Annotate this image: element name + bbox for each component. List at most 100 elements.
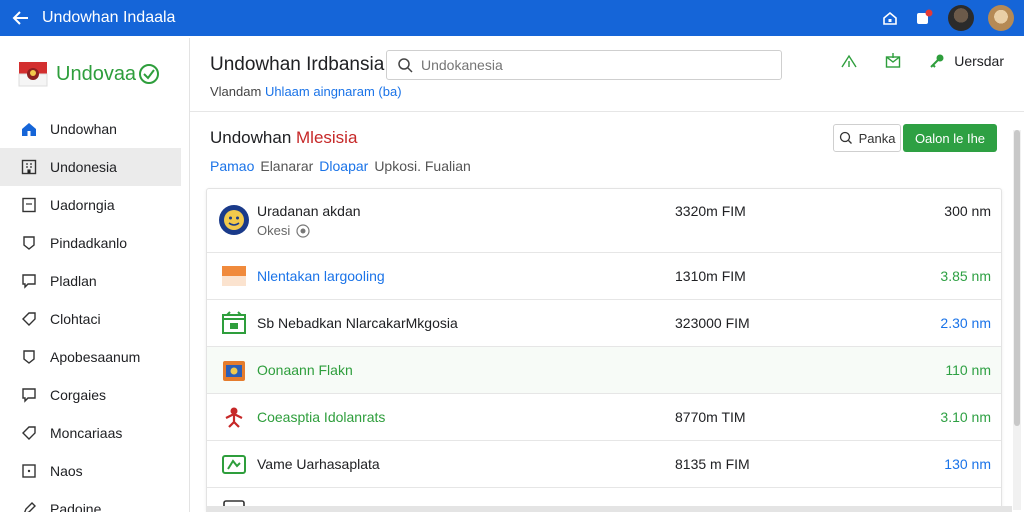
subtitle-badge[interactable]: (ba) bbox=[378, 84, 401, 99]
main-header: Undowhan Irdbansia Vlandam Uhlaam aingna… bbox=[190, 38, 1024, 112]
sidebar-item-label: Clohtaci bbox=[50, 311, 101, 327]
subtitle-link[interactable]: Uhlaam aingnaram bbox=[265, 84, 375, 99]
item-time: 8135 m FIM bbox=[675, 456, 750, 472]
document-icon bbox=[22, 197, 36, 213]
shop-icon bbox=[217, 306, 251, 340]
home-icon[interactable] bbox=[880, 8, 900, 28]
item-time: 1310m FIM bbox=[675, 268, 746, 284]
sidebar-item-undonesia[interactable]: Undonesia bbox=[0, 148, 181, 186]
scrollbar-thumb[interactable] bbox=[1014, 130, 1020, 426]
item-amount: 2.30 nm bbox=[940, 315, 991, 331]
list-item[interactable]: Sb Nebadkan NlarcakarMkgosia 323000 FIM … bbox=[207, 300, 1001, 347]
item-name: Coeasptia Idolanrats bbox=[257, 409, 386, 425]
sidebar-item-label: Corgaies bbox=[50, 387, 107, 403]
top-bar-actions bbox=[880, 0, 1014, 36]
primary-action-button[interactable]: Oalon le Ihe bbox=[903, 124, 997, 152]
sidebar-item-label: Pladlan bbox=[50, 273, 97, 289]
item-amount: 300 nm bbox=[944, 203, 991, 219]
list-item[interactable]: Uradanan akdan Okesi 3320m FIM 300 nm bbox=[207, 189, 1001, 253]
sidebar-item-label: Naos bbox=[50, 463, 83, 479]
horizontal-scrollbar[interactable] bbox=[206, 506, 1012, 512]
avatar[interactable] bbox=[948, 5, 974, 31]
home-icon bbox=[22, 123, 36, 136]
figure-icon bbox=[217, 400, 251, 434]
tag-icon bbox=[22, 426, 36, 440]
sidebar-item-moncariaas[interactable]: Moncariaas bbox=[0, 414, 189, 452]
building-icon bbox=[21, 159, 37, 175]
header-actions: Uersdar bbox=[840, 52, 1004, 70]
sidebar-item-label: Undonesia bbox=[50, 159, 117, 175]
sidebar-item-clohtaci[interactable]: Clohtaci bbox=[0, 300, 189, 338]
avatar[interactable] bbox=[988, 5, 1014, 31]
sidebar-item-padoine[interactable]: Padoine bbox=[0, 490, 189, 512]
sidebar-item-label: Uadorngia bbox=[50, 197, 115, 213]
tag-icon bbox=[22, 312, 36, 326]
item-amount: 3.10 nm bbox=[940, 409, 991, 425]
list-item[interactable]: Coeasptia Idolanrats 8770m TIM 3.10 nm bbox=[207, 394, 1001, 441]
sidebar-item-pindadkanlo[interactable]: Pindadkanlo bbox=[0, 224, 189, 262]
chat-icon bbox=[22, 388, 36, 403]
search-button[interactable]: Panka bbox=[833, 124, 901, 152]
tent-icon[interactable] bbox=[840, 52, 858, 70]
search-icon bbox=[398, 58, 413, 73]
filter-text[interactable]: Elanarar bbox=[260, 158, 313, 174]
page-title: Undowhan Irdbansia bbox=[210, 54, 385, 75]
flag-icon bbox=[217, 259, 251, 293]
item-name: Uradanan akdan bbox=[257, 203, 361, 219]
item-time: 8770m TIM bbox=[675, 409, 746, 425]
sidebar-item-naos[interactable]: Naos bbox=[0, 452, 189, 490]
item-name: Vame Uarhasaplata bbox=[257, 456, 380, 472]
item-time: 3320m FIM bbox=[675, 203, 746, 219]
sidebar: Undovaa Undowhan Undonesia Uadorngia Pin… bbox=[0, 38, 190, 512]
item-amount: 3.85 nm bbox=[940, 268, 991, 284]
key-icon bbox=[930, 54, 944, 68]
chat-icon bbox=[22, 274, 36, 289]
item-subtitle: Okesi bbox=[257, 223, 310, 238]
vertical-scrollbar[interactable] bbox=[1013, 130, 1021, 510]
sidebar-item-apobesaanum[interactable]: Apobesaanum bbox=[0, 338, 189, 376]
back-arrow-icon[interactable] bbox=[0, 0, 42, 36]
section-title-text: Undowhan bbox=[210, 128, 292, 147]
brand[interactable]: Undovaa bbox=[0, 38, 189, 110]
sidebar-item-corgaies[interactable]: Corgaies bbox=[0, 376, 189, 414]
sidebar-item-pladlan[interactable]: Pladlan bbox=[0, 262, 189, 300]
content-area: Undowhan Mlesisia Pamao Elanarar Dloapar… bbox=[190, 112, 1024, 512]
version-label: Uersdar bbox=[954, 53, 1004, 69]
emblem-icon bbox=[217, 203, 251, 237]
filter-text[interactable]: Upkosi. Fualian bbox=[374, 158, 471, 174]
list-item[interactable]: Vame Uarhasaplata 8135 m FIM 130 nm bbox=[207, 441, 1001, 488]
shield-icon bbox=[23, 236, 35, 250]
brand-logo-icon bbox=[18, 62, 48, 87]
sidebar-item-label: Apobesaanum bbox=[50, 349, 141, 365]
list-item[interactable]: Oonaann Flakn 110 nm bbox=[207, 347, 1001, 394]
search-icon bbox=[839, 131, 852, 144]
search-button-label: Panka bbox=[858, 130, 896, 146]
info-icon[interactable] bbox=[296, 223, 310, 238]
sidebar-item-label: Undowhan bbox=[50, 121, 117, 137]
pen-icon bbox=[24, 502, 36, 512]
version-button[interactable]: Uersdar bbox=[928, 52, 1004, 70]
filter-link[interactable]: Pamao bbox=[210, 158, 254, 174]
item-amount: 130 nm bbox=[944, 456, 991, 472]
sidebar-item-uadorngia[interactable]: Uadorngia bbox=[0, 186, 189, 224]
item-time: 323000 FIM bbox=[675, 315, 750, 331]
item-subtitle-text: Okesi bbox=[257, 223, 291, 238]
item-name: Oonaann Flakn bbox=[257, 362, 353, 378]
image-icon bbox=[22, 464, 36, 478]
sidebar-item-undowhan[interactable]: Undowhan bbox=[0, 110, 189, 148]
brand-name: Undovaa bbox=[56, 62, 137, 85]
item-name: Nlentakan largooling bbox=[257, 268, 385, 284]
item-amount: 110 nm bbox=[945, 362, 991, 378]
filter-link[interactable]: Dloapar bbox=[319, 158, 368, 174]
search-box[interactable] bbox=[386, 50, 782, 80]
list-item[interactable]: Nlentakan largooling 1310m FIM 3.85 nm bbox=[207, 253, 1001, 300]
search-input[interactable] bbox=[421, 57, 761, 73]
inbox-icon[interactable] bbox=[884, 52, 902, 70]
window-title: Undowhan Indaala bbox=[42, 9, 176, 26]
sidebar-item-label: Pindadkanlo bbox=[50, 235, 128, 251]
item-name: Sb Nebadkan NlarcakarMkgosia bbox=[257, 315, 458, 331]
check-badge-icon bbox=[139, 64, 160, 84]
notification-icon[interactable] bbox=[914, 8, 934, 28]
item-list: Uradanan akdan Okesi 3320m FIM 300 nm Nl… bbox=[206, 188, 1002, 512]
ticket-icon bbox=[217, 447, 251, 481]
